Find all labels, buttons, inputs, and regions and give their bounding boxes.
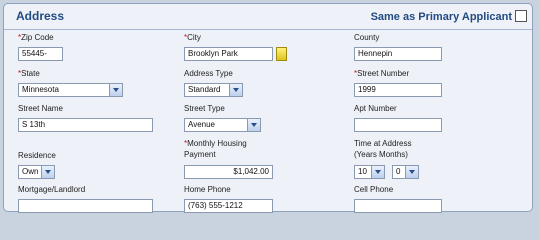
state-label: *State [18, 69, 40, 78]
zip-code-label-text: Zip Code [21, 33, 54, 42]
city-label-text: City [187, 33, 201, 42]
mortgage-landlord-input[interactable] [18, 199, 153, 213]
county-label: County [354, 33, 380, 42]
cell-phone-label: Cell Phone [354, 185, 394, 194]
street-type-select[interactable]: Avenue [184, 118, 261, 132]
time-years-select[interactable]: 10 [354, 165, 385, 179]
time-at-address-label: Time at Address [354, 139, 412, 148]
monthly-housing-label: *Monthly Housing [184, 139, 247, 148]
address-type-chevron-down-icon[interactable] [229, 84, 242, 96]
residence-chevron-down-icon[interactable] [41, 166, 54, 178]
apt-number-label: Apt Number [354, 104, 397, 113]
apt-number-input[interactable] [354, 118, 442, 132]
time-months-value: 0 [396, 167, 401, 176]
address-panel: Address Same as Primary Applicant *Zip C… [3, 3, 533, 213]
home-phone-input[interactable]: (763) 555-1212 [184, 199, 273, 213]
address-type-value: Standard [188, 85, 221, 94]
time-years-chevron-down-icon[interactable] [371, 166, 384, 178]
city-lookup-icon[interactable] [276, 47, 287, 61]
street-name-label: Street Name [18, 104, 63, 113]
street-number-label-text: Street Number [357, 69, 410, 78]
time-at-address-label-line2: (Years Months) [354, 150, 408, 159]
residence-value: Own [22, 167, 39, 176]
zip-code-label: *Zip Code [18, 33, 54, 42]
street-type-label: Street Type [184, 104, 225, 113]
zip-code-input[interactable]: 55445- [18, 47, 63, 61]
address-header: Address Same as Primary Applicant [4, 4, 532, 30]
state-chevron-down-icon[interactable] [109, 84, 122, 96]
street-number-label: *Street Number [354, 69, 410, 78]
monthly-housing-label-text: Monthly Housing [187, 139, 247, 148]
state-value: Minnesota [22, 85, 59, 94]
time-months-select[interactable]: 0 [392, 165, 419, 179]
state-label-text: State [21, 69, 40, 78]
same-as-primary-checkbox[interactable] [515, 10, 527, 22]
home-phone-label: Home Phone [184, 185, 231, 194]
time-years-value: 10 [358, 167, 367, 176]
cell-phone-input[interactable] [354, 199, 442, 213]
mortgage-landlord-label: Mortgage/Landlord [18, 185, 86, 194]
residence-select[interactable]: Own [18, 165, 55, 179]
monthly-housing-label-line2: Payment [184, 150, 216, 159]
street-type-chevron-down-icon[interactable] [247, 119, 260, 131]
time-months-chevron-down-icon[interactable] [405, 166, 418, 178]
city-label: *City [184, 33, 201, 42]
county-input[interactable]: Hennepin [354, 47, 442, 61]
state-select[interactable]: Minnesota [18, 83, 123, 97]
same-as-primary-label: Same as Primary Applicant [370, 11, 512, 23]
city-input[interactable]: Brooklyn Park [184, 47, 273, 61]
street-type-value: Avenue [188, 120, 215, 129]
address-type-label: Address Type [184, 69, 233, 78]
street-number-input[interactable]: 1999 [354, 83, 442, 97]
residence-label: Residence [18, 151, 56, 160]
monthly-housing-input[interactable]: $1,042.00 [184, 165, 273, 179]
street-name-input[interactable]: S 13th [18, 118, 153, 132]
section-title: Address [16, 9, 65, 23]
address-type-select[interactable]: Standard [184, 83, 243, 97]
